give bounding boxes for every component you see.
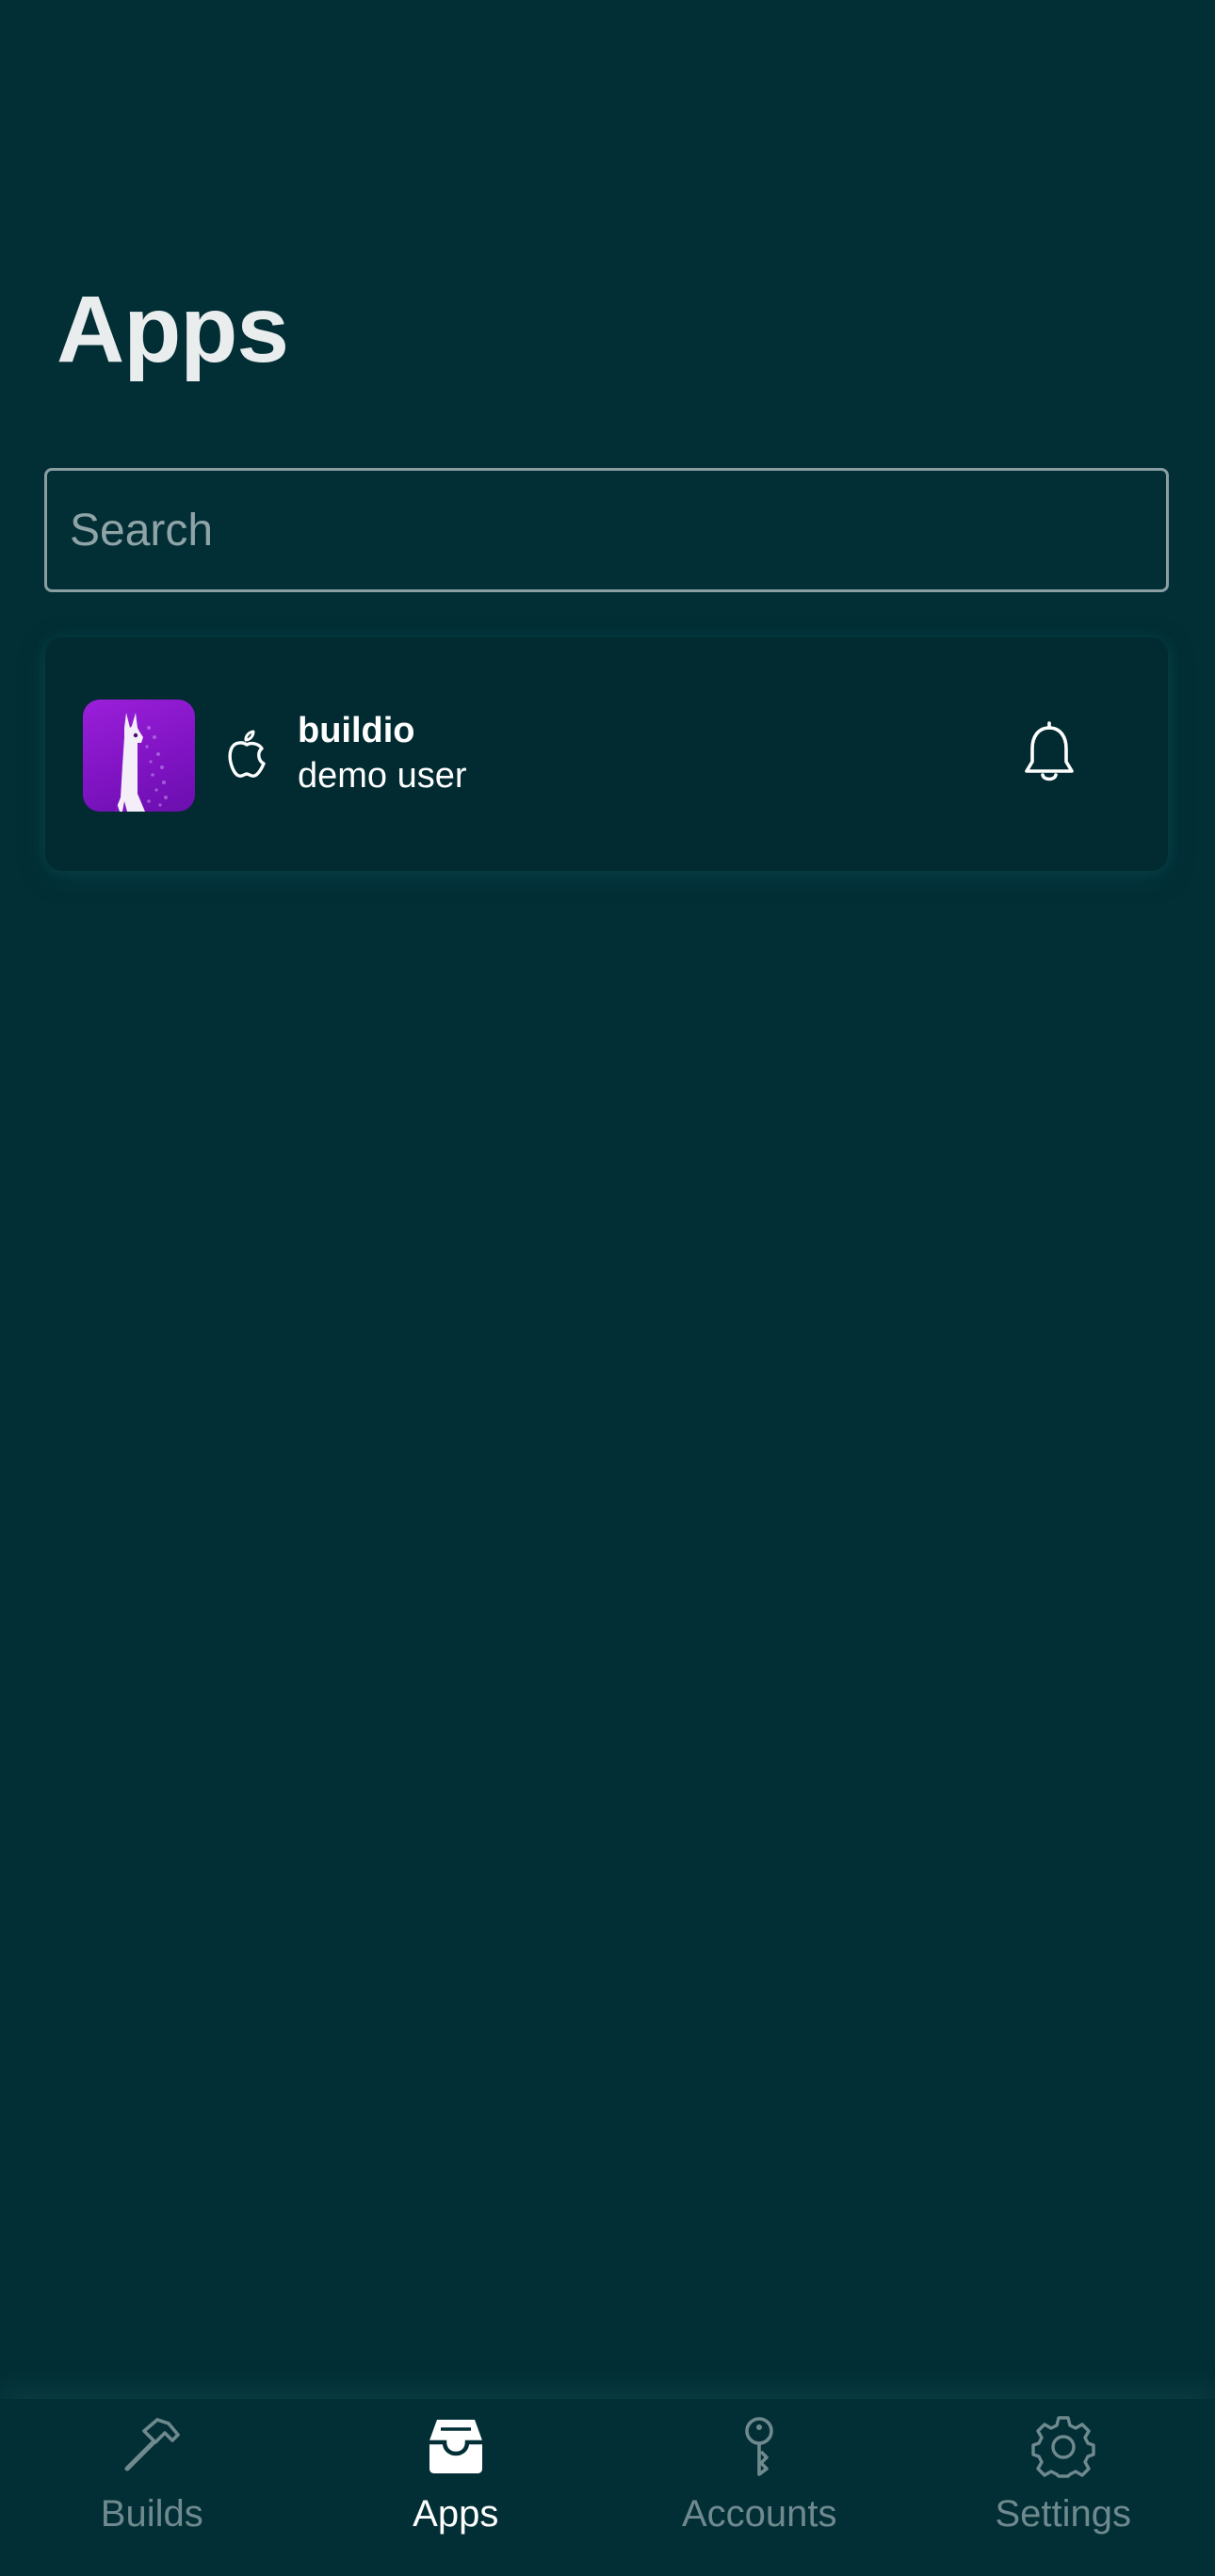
tab-builds-label: Builds — [100, 2493, 203, 2535]
bell-icon — [1025, 721, 1074, 781]
page-title: Apps — [57, 277, 289, 382]
app-name: buildio — [298, 711, 415, 750]
search-input[interactable] — [47, 471, 1166, 589]
tab-apps-label: Apps — [413, 2493, 499, 2535]
notification-toggle-button[interactable] — [1021, 720, 1077, 788]
tab-builds[interactable]: Builds — [0, 2399, 304, 2576]
tab-settings[interactable]: Settings — [912, 2399, 1215, 2576]
tab-accounts-label: Accounts — [681, 2493, 837, 2535]
search-field[interactable] — [44, 468, 1169, 592]
tab-settings-label: Settings — [995, 2493, 1132, 2535]
gear-icon — [1031, 2416, 1095, 2478]
apple-icon — [226, 728, 267, 781]
hammer-icon — [124, 2418, 181, 2471]
app-owner: demo user — [298, 756, 467, 796]
tab-accounts[interactable]: Accounts — [608, 2399, 912, 2576]
llama-app-icon — [83, 700, 195, 812]
tab-apps[interactable]: Apps — [304, 2399, 608, 2576]
key-icon — [745, 2417, 774, 2476]
app-list-item[interactable]: buildio demo user — [45, 637, 1168, 871]
tab-bar: Builds Apps Accounts Settings — [0, 2399, 1215, 2576]
inbox-tray-icon — [429, 2420, 482, 2473]
